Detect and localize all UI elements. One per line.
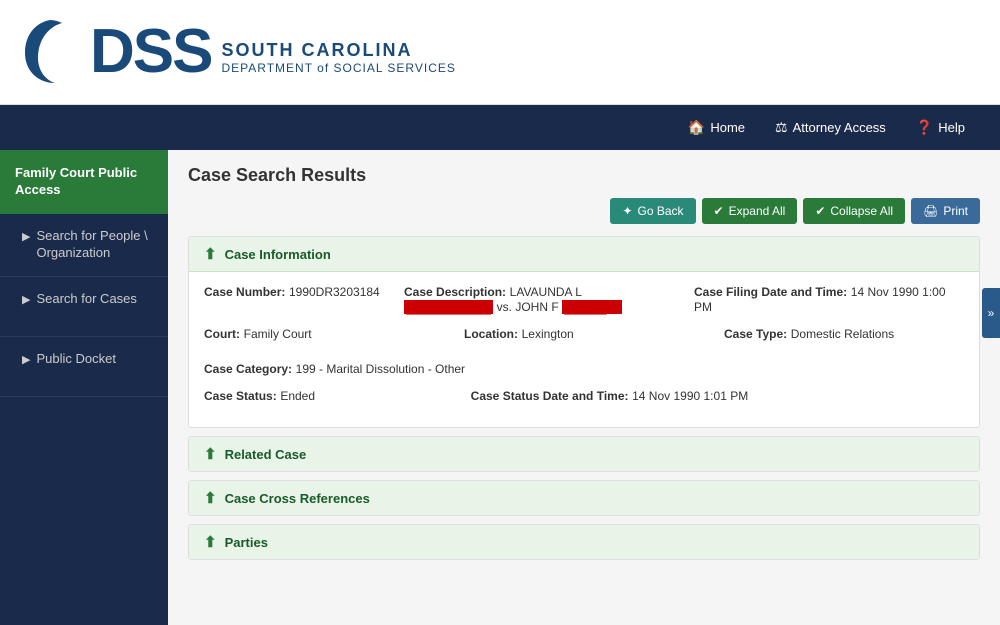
redacted-name-2: █████ bbox=[562, 300, 622, 314]
collapse-all-label: Collapse All bbox=[830, 204, 893, 218]
case-info-row-2: Court: Family Court Location: Lexington … bbox=[204, 326, 964, 376]
expand-all-label: Expand All bbox=[729, 204, 786, 218]
redacted-name-1: ██████████ bbox=[404, 300, 493, 314]
court-value-text: Family Court bbox=[244, 327, 312, 341]
nav-home-label: Home bbox=[710, 120, 745, 135]
case-number-value-text: 1990DR3203184 bbox=[289, 285, 380, 299]
case-information-body: Case Number: 1990DR3203184 Case Descript… bbox=[189, 272, 979, 427]
arrow-icon: ▶ bbox=[22, 230, 30, 244]
logo-dept: DEPARTMENT of SOCIAL SERVICES bbox=[221, 61, 455, 75]
related-case-header[interactable]: ⬆ Related Case bbox=[189, 437, 979, 471]
dss-logo-moon-icon bbox=[20, 15, 75, 90]
page-title: Case Search Results bbox=[188, 165, 980, 186]
sidebar-item-search-cases[interactable]: ▶ Search for Cases bbox=[0, 277, 168, 337]
sidebar-section-title: Family Court Public Access bbox=[0, 150, 168, 214]
sidebar-item-label: Public Docket bbox=[36, 351, 115, 368]
logo-text: DSS SOUTH CAROLINA DEPARTMENT of SOCIAL … bbox=[90, 21, 456, 83]
case-type-value-text: Domestic Relations bbox=[791, 327, 894, 341]
case-status-label: Case Status: bbox=[204, 389, 277, 403]
case-filing-label: Case Filing Date and Time: bbox=[694, 285, 847, 299]
case-information-title: Case Information bbox=[225, 247, 331, 262]
expand-all-button[interactable]: ✔ Expand All bbox=[702, 198, 798, 224]
case-status-value-text: Ended bbox=[280, 389, 315, 403]
go-back-button[interactable]: ✦ Go Back bbox=[610, 198, 695, 224]
go-back-label: Go Back bbox=[638, 204, 684, 218]
print-icon: 🖨 bbox=[923, 204, 938, 218]
case-filing-cell: Case Filing Date and Time: 14 Nov 1990 1… bbox=[694, 284, 964, 314]
case-information-header[interactable]: ⬆ Case Information bbox=[189, 237, 979, 272]
home-icon: 🏠 bbox=[688, 119, 705, 136]
nav-attorney[interactable]: ⚖ Attorney Access bbox=[760, 105, 901, 150]
sidebar: Family Court Public Access ▶ Search for … bbox=[0, 150, 168, 625]
case-category-value-text: 199 - Marital Dissolution - Other bbox=[296, 362, 465, 376]
case-category-label: Case Category: bbox=[204, 362, 292, 376]
layout: Family Court Public Access ▶ Search for … bbox=[0, 150, 1000, 625]
related-case-panel: ⬆ Related Case bbox=[188, 436, 980, 472]
action-bar: ✦ Go Back ✔ Expand All ✔ Collapse All 🖨 … bbox=[188, 198, 980, 224]
go-back-icon: ✦ bbox=[622, 204, 632, 218]
location-label: Location: bbox=[464, 327, 518, 341]
collapse-icon: ✔ bbox=[815, 204, 825, 218]
case-type-cell: Case Type: Domestic Relations bbox=[724, 326, 964, 341]
chevron-icon: ⬆ bbox=[204, 489, 217, 507]
chevron-icon: ⬆ bbox=[204, 533, 217, 551]
print-button[interactable]: 🖨 Print bbox=[911, 198, 980, 224]
case-info-row-1: Case Number: 1990DR3203184 Case Descript… bbox=[204, 284, 964, 314]
sidebar-item-label: Search for People \ Organization bbox=[36, 228, 153, 262]
case-status-date-value-text: 14 Nov 1990 1:01 PM bbox=[632, 389, 748, 403]
case-status-date-cell: Case Status Date and Time: 14 Nov 1990 1… bbox=[471, 388, 964, 403]
expand-icon: ✔ bbox=[714, 204, 724, 218]
nav-attorney-label: Attorney Access bbox=[793, 120, 886, 135]
logo-dss: DSS bbox=[90, 21, 211, 83]
print-label: Print bbox=[943, 204, 968, 218]
court-label: Court: bbox=[204, 327, 240, 341]
location-cell: Location: Lexington bbox=[464, 326, 704, 341]
navbar: 🏠 Home ⚖ Attorney Access ❓ Help bbox=[0, 105, 1000, 150]
case-type-label: Case Type: bbox=[724, 327, 787, 341]
logo-sc: SOUTH CAROLINA bbox=[221, 40, 455, 61]
case-number-cell: Case Number: 1990DR3203184 bbox=[204, 284, 384, 314]
sidebar-item-public-docket[interactable]: ▶ Public Docket bbox=[0, 337, 168, 397]
location-value-text: Lexington bbox=[522, 327, 574, 341]
case-description-label: Case Description: bbox=[404, 285, 506, 299]
case-cross-references-title: Case Cross References bbox=[225, 491, 370, 506]
chevron-up-icon: ⬆ bbox=[204, 245, 217, 263]
case-description-cell: Case Description: LAVAUNDA L ██████████ … bbox=[404, 284, 674, 314]
chevron-right-icon: » bbox=[988, 306, 995, 320]
header: DSS SOUTH CAROLINA DEPARTMENT of SOCIAL … bbox=[0, 0, 1000, 105]
case-desc-part1-text: LAVAUNDA L bbox=[510, 285, 582, 299]
related-case-title: Related Case bbox=[225, 447, 307, 462]
sidebar-item-search-people[interactable]: ▶ Search for People \ Organization bbox=[0, 214, 168, 277]
nav-home[interactable]: 🏠 Home bbox=[673, 105, 760, 150]
case-category-cell: Case Category: 199 - Marital Dissolution… bbox=[204, 361, 964, 376]
nav-help-label: Help bbox=[938, 120, 965, 135]
case-information-panel: ⬆ Case Information Case Number: 1990DR32… bbox=[188, 236, 980, 428]
parties-header[interactable]: ⬆ Parties bbox=[189, 525, 979, 559]
case-status-date-label: Case Status Date and Time: bbox=[471, 389, 629, 403]
case-cross-references-header[interactable]: ⬆ Case Cross References bbox=[189, 481, 979, 515]
case-info-row-3: Case Status: Ended Case Status Date and … bbox=[204, 388, 964, 403]
parties-panel: ⬆ Parties bbox=[188, 524, 980, 560]
logo-subtitle: SOUTH CAROLINA DEPARTMENT of SOCIAL SERV… bbox=[221, 40, 455, 75]
case-cross-references-panel: ⬆ Case Cross References bbox=[188, 480, 980, 516]
arrow-icon: ▶ bbox=[22, 293, 30, 307]
scales-icon: ⚖ bbox=[775, 119, 788, 136]
case-desc-vs: vs. JOHN F bbox=[497, 300, 559, 314]
sidebar-item-label: Search for Cases bbox=[36, 291, 136, 308]
case-status-cell: Case Status: Ended bbox=[204, 388, 451, 403]
nav-help[interactable]: ❓ Help bbox=[901, 105, 980, 150]
help-icon: ❓ bbox=[916, 119, 933, 136]
collapse-all-button[interactable]: ✔ Collapse All bbox=[803, 198, 905, 224]
court-cell: Court: Family Court bbox=[204, 326, 444, 341]
chevron-icon: ⬆ bbox=[204, 445, 217, 463]
case-number-label: Case Number: bbox=[204, 285, 285, 299]
right-panel-toggle[interactable]: » bbox=[982, 288, 1000, 338]
main-content: Case Search Results ✦ Go Back ✔ Expand A… bbox=[168, 150, 1000, 625]
arrow-icon: ▶ bbox=[22, 353, 30, 367]
parties-title: Parties bbox=[225, 535, 268, 550]
